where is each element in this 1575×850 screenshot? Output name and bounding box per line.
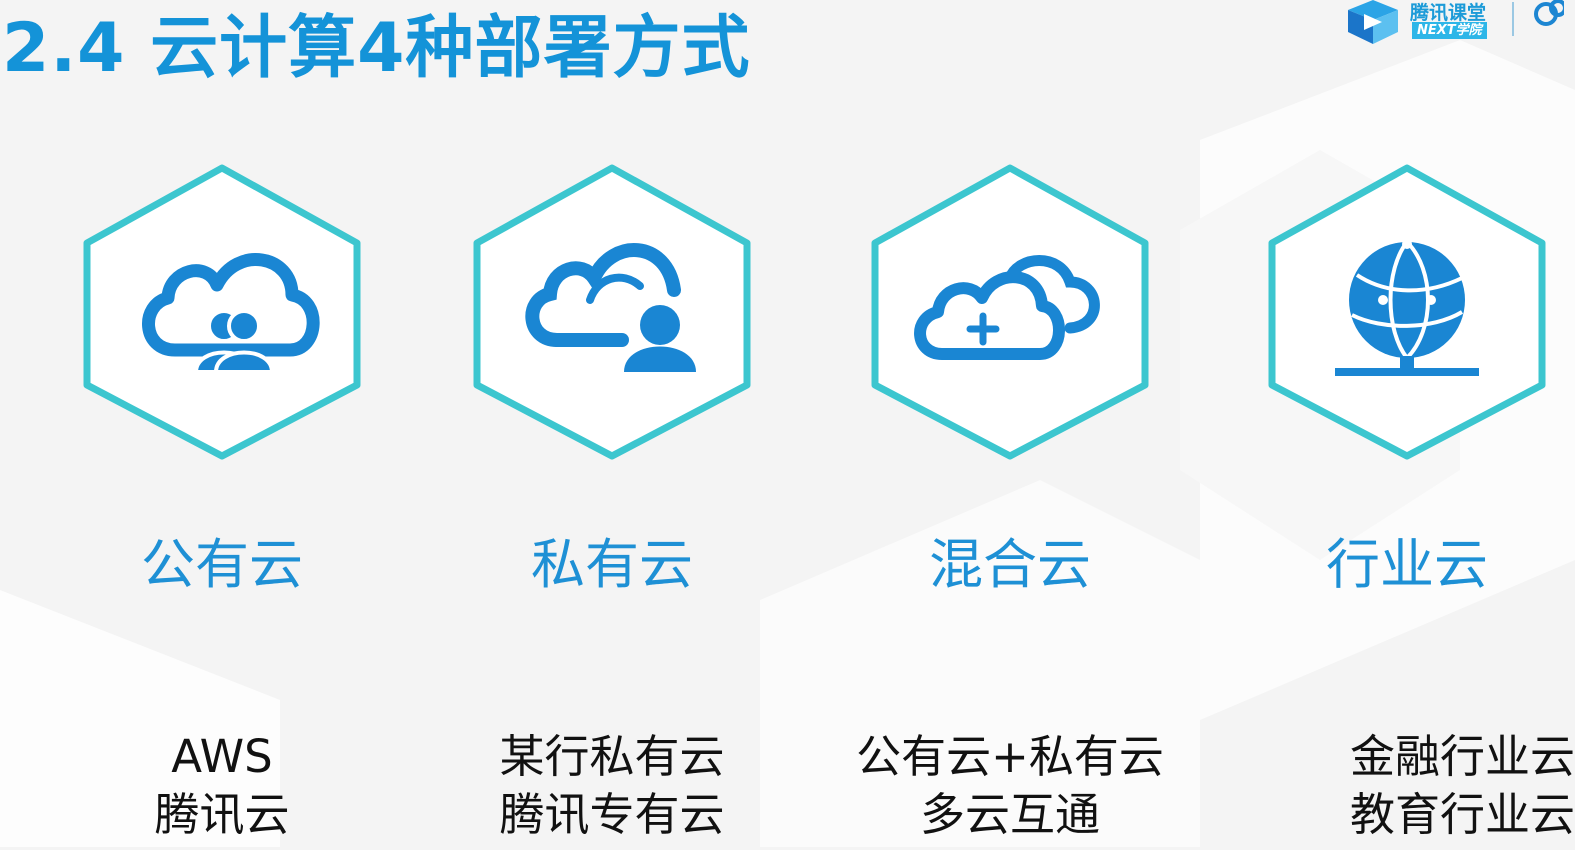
example-item: 某行私有云 (499, 730, 725, 783)
example-item: 教育行业云 (1349, 788, 1575, 841)
tencent-classroom-logo-icon (1348, 0, 1398, 44)
card-title: 行业云 (1326, 533, 1488, 596)
brand-logo: 腾讯课堂 NEXT学院 (1340, 0, 1575, 46)
example-list: AWS 腾讯云 (42, 728, 402, 844)
card-hybrid-cloud: 混合云 公有云+私有云 多云互通 (856, 160, 1164, 850)
example-item: 多云互通 (919, 788, 1100, 841)
card-title: 私有云 (531, 533, 693, 596)
card-title: 混合云 (929, 533, 1091, 596)
example-list: 公有云+私有云 多云互通 (830, 728, 1190, 844)
slide-title: 2.4 云计算4种部署方式 (2, 9, 751, 88)
card-title: 公有云 (141, 533, 303, 596)
example-item: 金融行业云 (1349, 730, 1575, 783)
hexagon-frame (72, 160, 372, 460)
card-private-cloud: 私有云 某行私有云 腾讯专有云 (462, 160, 762, 850)
logo-subtitle: NEXT学院 (1412, 22, 1487, 39)
hexagon-frame (860, 160, 1160, 460)
card-public-cloud: 公有云 AWS 腾讯云 (72, 160, 372, 850)
logo-divider (1512, 2, 1514, 36)
partner-logo-icon (1534, 0, 1564, 26)
example-item: 腾讯专有云 (499, 788, 725, 841)
example-item: 公有云+私有云 (856, 730, 1164, 783)
example-item: AWS (171, 730, 273, 783)
hexagon-frame (462, 160, 762, 460)
example-item: 腾讯云 (154, 788, 290, 841)
hexagon-frame (1257, 160, 1557, 460)
example-list: 金融行业云 教育行业云 (1257, 728, 1575, 844)
card-industry-cloud: 行业云 金融行业云 教育行业云 (1257, 160, 1575, 850)
example-list: 某行私有云 腾讯专有云 (432, 728, 792, 844)
